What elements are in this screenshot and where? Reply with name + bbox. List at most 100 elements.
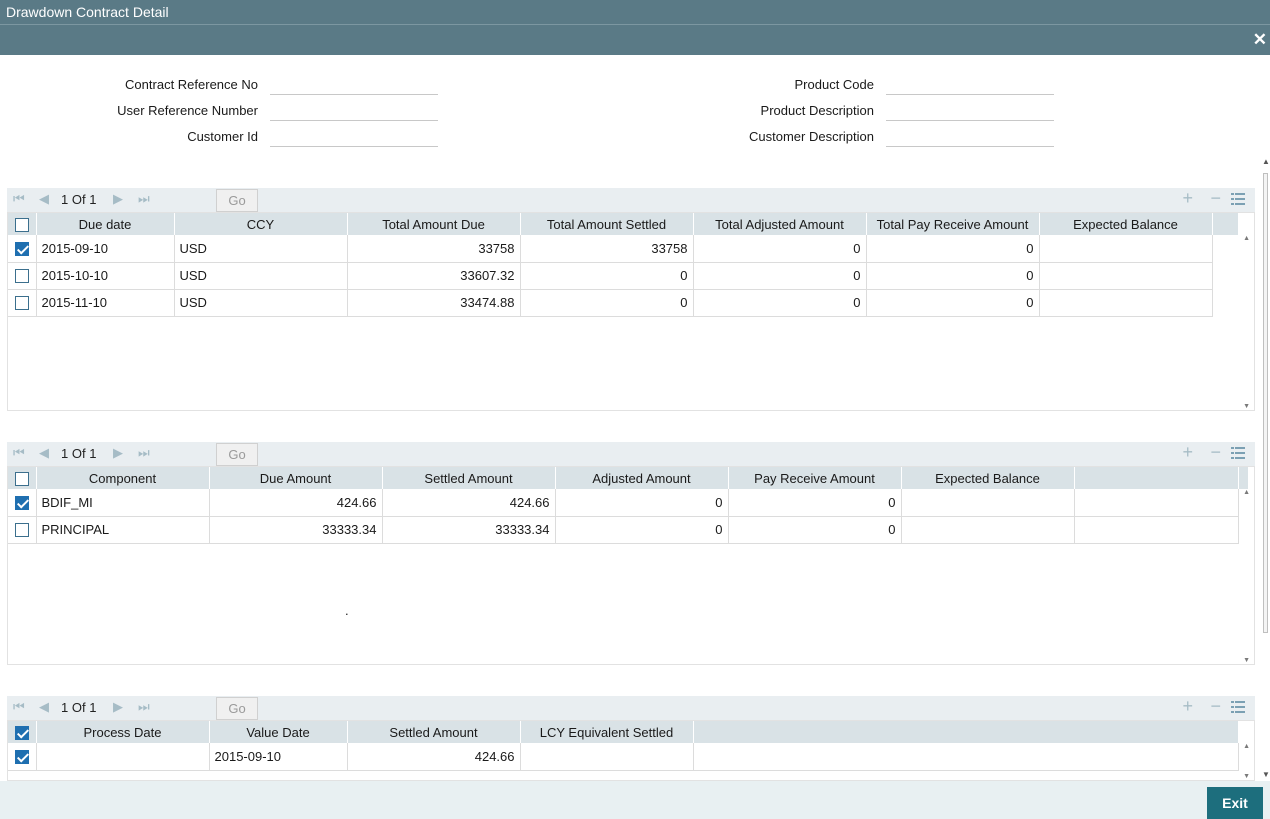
col-header[interactable]: Pay Receive Amount (728, 467, 902, 489)
col-header[interactable]: LCY Equivalent Settled (520, 721, 694, 743)
add-row-icon[interactable]: + (1182, 188, 1193, 209)
add-row-icon[interactable]: + (1182, 442, 1193, 463)
first-page-icon[interactable]: ⏮ (13, 699, 25, 715)
customer-id-input[interactable] (270, 127, 438, 147)
col-header[interactable]: Component (36, 467, 210, 489)
select-all-checkbox[interactable] (14, 217, 29, 232)
scroll-up-icon[interactable]: ▲ (1243, 489, 1250, 496)
row-checkbox[interactable] (14, 296, 29, 311)
row-select-cell (8, 289, 37, 317)
row-spacer (1074, 516, 1239, 544)
col-header[interactable]: Total Amount Due (347, 213, 521, 235)
scroll-up-icon[interactable]: ▲ (1243, 743, 1250, 750)
table-row[interactable]: BDIF_MI 424.66 424.66 0 0 (8, 489, 1249, 517)
col-header[interactable]: Settled Amount (347, 721, 521, 743)
col-header[interactable]: CCY (174, 213, 348, 235)
row-checkbox[interactable] (14, 750, 29, 765)
col-header[interactable]: Due Amount (209, 467, 383, 489)
page-scrollbar[interactable]: ▲ ▼ (1262, 157, 1270, 779)
expected-balance-cell (901, 516, 1075, 544)
row-select-cell (8, 516, 37, 544)
scroll-down-icon[interactable]: ▼ (1243, 657, 1250, 664)
grid-scrollbar[interactable]: ▲ ▼ (1238, 235, 1254, 410)
single-view-icon[interactable] (1231, 446, 1245, 460)
col-header[interactable]: Expected Balance (1039, 213, 1213, 235)
grid-scrollbar[interactable]: ▲ ▼ (1238, 743, 1254, 780)
table-row[interactable]: PRINCIPAL 33333.34 33333.34 0 0 (8, 516, 1249, 544)
single-view-icon[interactable] (1231, 700, 1245, 714)
contract-ref-input[interactable] (270, 75, 438, 95)
delete-row-icon[interactable]: − (1210, 188, 1221, 209)
scroll-up-icon[interactable]: ▲ (1243, 235, 1250, 242)
prev-page-icon[interactable]: ◀ (39, 699, 49, 715)
row-checkbox[interactable] (14, 496, 29, 511)
current-page: 1 (61, 192, 69, 207)
add-row-icon[interactable]: + (1182, 696, 1193, 717)
col-header[interactable]: Process Date (36, 721, 210, 743)
first-page-icon[interactable]: ⏮ (13, 191, 25, 207)
table-row[interactable]: 2015-11-10 USD 33474.88 0 0 0 (8, 289, 1238, 317)
row-spacer (1212, 262, 1238, 289)
col-header[interactable]: Value Date (209, 721, 348, 743)
close-icon[interactable]: ✕ (1253, 31, 1267, 49)
go-button[interactable]: Go (216, 697, 258, 720)
settled-amount-cell: 424.66 (382, 489, 556, 517)
user-ref-input[interactable] (270, 101, 438, 121)
table-row[interactable]: 2015-10-10 USD 33607.32 0 0 0 (8, 262, 1238, 290)
col-header[interactable]: Adjusted Amount (555, 467, 729, 489)
expected-balance-cell (1039, 289, 1213, 317)
single-view-icon[interactable] (1231, 192, 1245, 206)
grid-scrollbar[interactable]: ▲ ▼ (1238, 489, 1254, 664)
next-page-icon[interactable]: ▶ (113, 445, 123, 461)
user-ref-label: User Reference Number (117, 103, 258, 118)
row-spacer (1212, 235, 1238, 262)
go-button[interactable]: Go (216, 189, 258, 212)
last-page-icon[interactable]: ⏭ (138, 191, 150, 207)
select-all-checkbox[interactable] (14, 471, 29, 486)
delete-row-icon[interactable]: − (1210, 696, 1221, 717)
header-spacer (1238, 467, 1249, 489)
product-code-input[interactable] (886, 75, 1054, 95)
first-page-icon[interactable]: ⏮ (13, 445, 25, 461)
row-spacer (1212, 289, 1238, 316)
schedule-grid: ⏮ ◀ 1 Of 1 ▶ ⏭ Go + − Due date CCY Total… (7, 188, 1255, 411)
due-date-cell: 2015-11-10 (36, 289, 175, 317)
prev-page-icon[interactable]: ◀ (39, 191, 49, 207)
table-row[interactable]: 2015-09-10 424.66 (8, 743, 1239, 771)
row-checkbox[interactable] (14, 523, 29, 538)
col-header[interactable]: Expected Balance (901, 467, 1075, 489)
col-header[interactable]: Total Adjusted Amount (693, 213, 867, 235)
next-page-icon[interactable]: ▶ (113, 699, 123, 715)
product-desc-input[interactable] (886, 101, 1054, 121)
col-header[interactable]: Total Amount Settled (520, 213, 694, 235)
total-pages: 1 (89, 700, 97, 715)
last-page-icon[interactable]: ⏭ (138, 699, 150, 715)
go-button[interactable]: Go (216, 443, 258, 466)
col-header[interactable]: Total Pay Receive Amount (866, 213, 1040, 235)
scroll-down-icon[interactable]: ▼ (1243, 403, 1250, 410)
of-label: Of (71, 700, 86, 715)
header-spacer (1074, 467, 1239, 489)
grid-body: Process Date Value Date Settled Amount L… (7, 720, 1255, 781)
product-desc-label: Product Description (760, 103, 874, 118)
delete-row-icon[interactable]: − (1210, 442, 1221, 463)
col-header[interactable]: Due date (36, 213, 175, 235)
customer-desc-input[interactable] (886, 127, 1054, 147)
col-header[interactable]: Settled Amount (382, 467, 556, 489)
row-checkbox[interactable] (14, 269, 29, 284)
scrollbar-thumb[interactable] (1263, 173, 1268, 633)
exit-button[interactable]: Exit (1207, 787, 1263, 819)
table-row[interactable]: 2015-09-10 USD 33758 33758 0 0 (8, 235, 1238, 263)
scroll-up-icon[interactable]: ▲ (1262, 157, 1270, 166)
row-checkbox[interactable] (14, 242, 29, 257)
prev-page-icon[interactable]: ◀ (39, 445, 49, 461)
last-page-icon[interactable]: ⏭ (138, 445, 150, 461)
select-all-checkbox[interactable] (14, 725, 29, 740)
scroll-down-icon[interactable]: ▼ (1243, 773, 1250, 780)
due-date-cell: 2015-09-10 (36, 235, 175, 263)
next-page-icon[interactable]: ▶ (113, 191, 123, 207)
scroll-down-icon[interactable]: ▼ (1262, 770, 1270, 779)
customer-id-field: Customer Id (0, 124, 438, 150)
settlement-grid: ⏮ ◀ 1 Of 1 ▶ ⏭ Go + − Process Date Value… (7, 696, 1255, 781)
table-header-row: Due date CCY Total Amount Due Total Amou… (8, 213, 1239, 235)
